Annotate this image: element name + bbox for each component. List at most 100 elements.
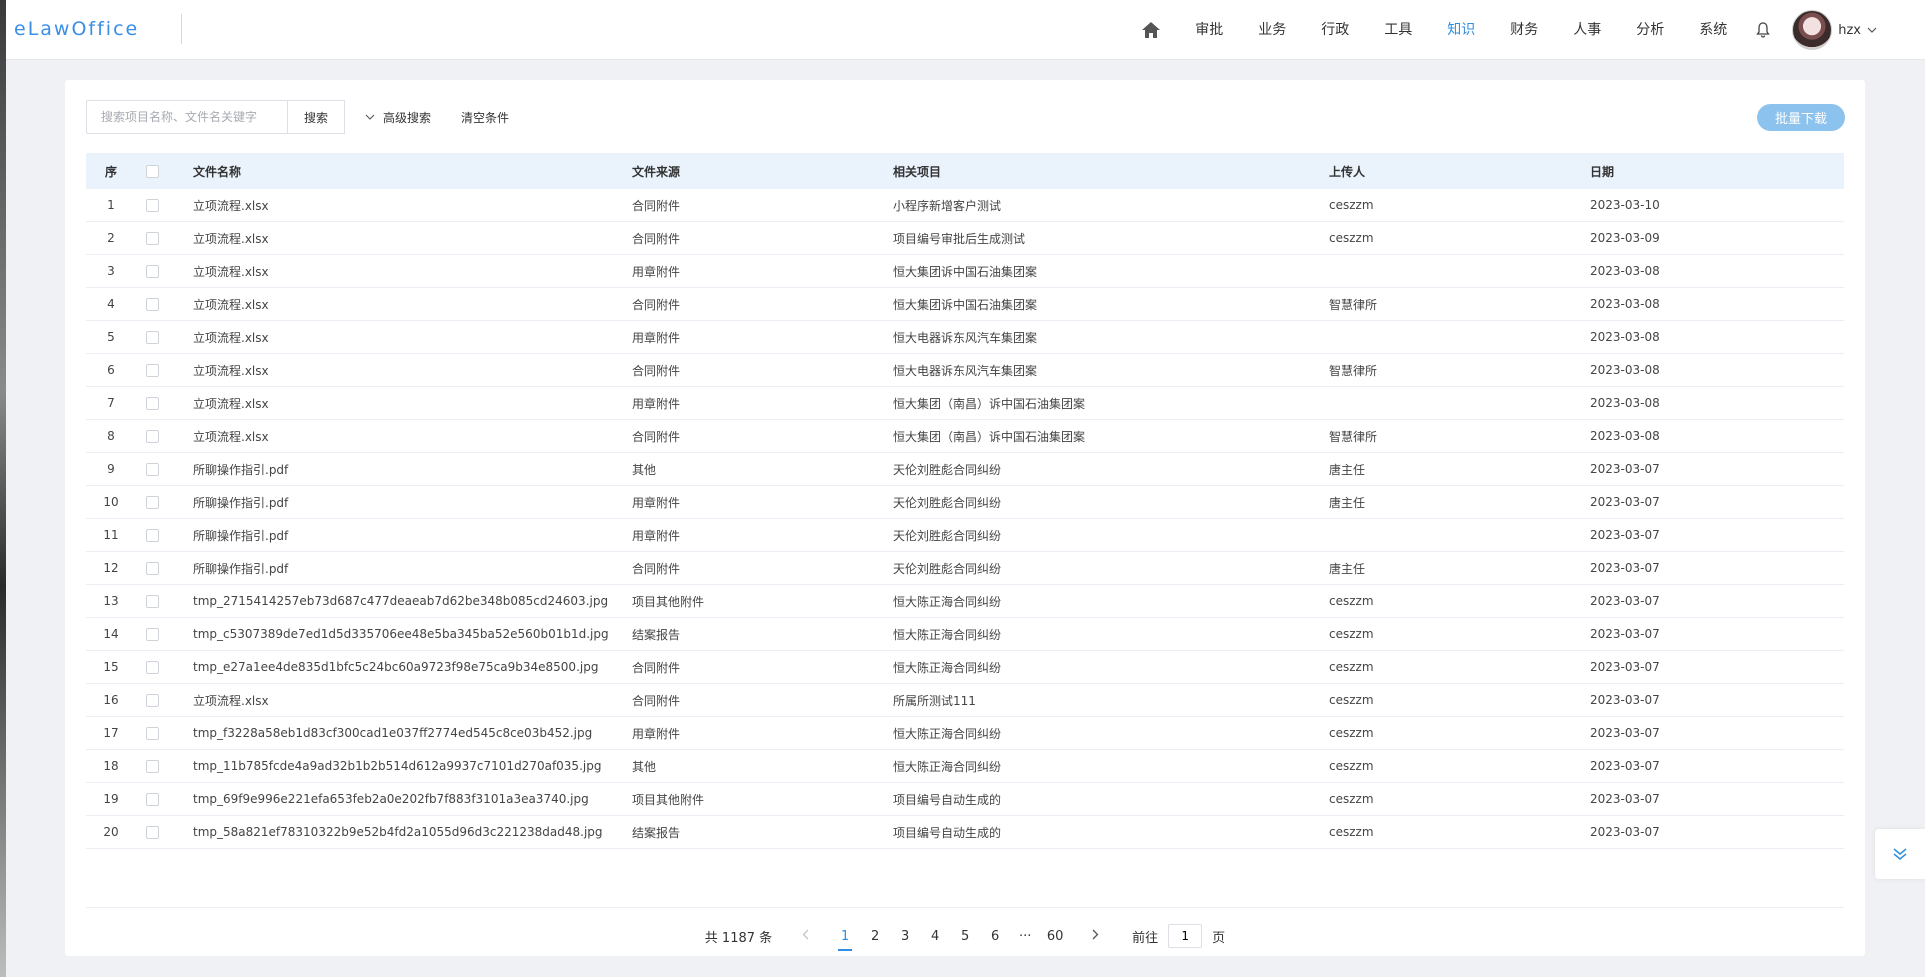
chevron-left-icon[interactable] [792, 929, 818, 944]
table-row[interactable]: 16 立项流程.xlsx 合同附件 所属所测试111 ceszzm 2023-03-07 [86, 684, 1844, 717]
table-row[interactable]: 11 所聊操作指引.pdf 用章附件 天伦刘胜彪合同纠纷 2023-03-07 [86, 519, 1844, 552]
row-checkbox[interactable] [146, 264, 159, 278]
row-file-name[interactable]: 立项流程.xlsx [193, 428, 632, 445]
row-file-name[interactable]: 立项流程.xlsx [193, 230, 632, 247]
table-row[interactable]: 1 立项流程.xlsx 合同附件 小程序新增客户测试 ceszzm 2023-03-10 [86, 189, 1844, 222]
table-row[interactable]: 5 立项流程.xlsx 用章附件 恒大电器诉东风汽车集团案 2023-03-08 [86, 321, 1844, 354]
table-row[interactable]: 6 立项流程.xlsx 合同附件 恒大电器诉东风汽车集团案 智慧律所 2023-03-08 [86, 354, 1844, 387]
page-number[interactable]: 1 [830, 929, 860, 951]
nav-item-admin[interactable]: 行政 [1321, 0, 1349, 60]
row-date: 2023-03-08 [1590, 330, 1660, 344]
nav-item-analysis[interactable]: 分析 [1636, 0, 1664, 60]
row-checkbox[interactable] [146, 363, 159, 377]
row-file-name[interactable]: tmp_69f9e996e221efa653feb2a0e202fb7f883f… [193, 792, 632, 806]
table-row[interactable]: 18 tmp_11b785fcde4a9ad32b1b2b514d612a9937… [86, 750, 1844, 783]
row-checkbox[interactable] [146, 825, 159, 839]
nav-item-finance[interactable]: 财务 [1510, 0, 1538, 60]
row-file-name[interactable]: 立项流程.xlsx [193, 296, 632, 313]
page-ellipsis[interactable]: ··· [1010, 929, 1040, 944]
row-checkbox[interactable] [146, 396, 159, 410]
nav-item-tools[interactable]: 工具 [1384, 0, 1412, 60]
table-row[interactable]: 14 tmp_c5307389de7ed1d5d335706ee48e5ba345… [86, 618, 1844, 651]
page-number[interactable]: 3 [890, 929, 920, 944]
select-all-checkbox[interactable] [146, 164, 159, 178]
table-row[interactable]: 10 所聊操作指引.pdf 用章附件 天伦刘胜彪合同纠纷 唐主任 2023-03-07 [86, 486, 1844, 519]
table-row[interactable]: 8 立项流程.xlsx 合同附件 恒大集团（南昌）诉中国石油集团案 智慧律所 2023-0… [86, 420, 1844, 453]
row-checkbox[interactable] [146, 495, 159, 509]
table-row[interactable]: 7 立项流程.xlsx 用章附件 恒大集团（南昌）诉中国石油集团案 2023-03-08 [86, 387, 1844, 420]
row-checkbox[interactable] [146, 726, 159, 740]
row-file-name[interactable]: 所聊操作指引.pdf [193, 494, 632, 511]
row-file-name[interactable]: tmp_f3228a58eb1d83cf300cad1e037ff2774ed5… [193, 726, 632, 740]
row-file-name[interactable]: 立项流程.xlsx [193, 692, 632, 709]
nav-item-hr[interactable]: 人事 [1573, 0, 1601, 60]
row-file-name[interactable]: tmp_c5307389de7ed1d5d335706ee48e5ba345ba… [193, 627, 632, 641]
table-row[interactable]: 12 所聊操作指引.pdf 合同附件 天伦刘胜彪合同纠纷 唐主任 2023-03-07 [86, 552, 1844, 585]
nav-item-knowledge[interactable]: 知识 [1447, 0, 1475, 60]
row-checkbox[interactable] [146, 528, 159, 542]
row-select-cell [136, 264, 193, 278]
row-checkbox[interactable] [146, 594, 159, 608]
page-number[interactable]: 6 [980, 929, 1010, 944]
row-file-name[interactable]: tmp_2715414257eb73d687c477deaeab7d62be34… [193, 594, 632, 608]
row-file-name[interactable]: 所聊操作指引.pdf [193, 461, 632, 478]
page-number[interactable]: 60 [1040, 929, 1070, 944]
row-checkbox[interactable] [146, 231, 159, 245]
row-index: 10 [103, 495, 119, 509]
table-row[interactable]: 2 立项流程.xlsx 合同附件 项目编号审批后生成测试 ceszzm 2023-03-0… [86, 222, 1844, 255]
row-checkbox[interactable] [146, 693, 159, 707]
row-file-name[interactable]: tmp_58a821ef78310322b9e52b4fd2a1055d96d3… [193, 825, 632, 839]
table-row[interactable]: 20 tmp_58a821ef78310322b9e52b4fd2a1055d96… [86, 816, 1844, 849]
row-checkbox[interactable] [146, 297, 159, 311]
avatar[interactable] [1792, 10, 1833, 50]
row-file-name[interactable]: 立项流程.xlsx [193, 395, 632, 412]
row-file-name[interactable]: tmp_11b785fcde4a9ad32b1b2b514d612a9937c7… [193, 759, 632, 773]
row-checkbox[interactable] [146, 792, 159, 806]
row-file-name[interactable]: tmp_e27a1ee4de835d1bfc5c24bc60a9723f98e7… [193, 660, 632, 674]
page-number[interactable]: 2 [860, 929, 890, 944]
row-file-name[interactable]: 立项流程.xlsx [193, 329, 632, 346]
row-checkbox[interactable] [146, 198, 159, 212]
search-button[interactable]: 搜索 [287, 100, 345, 134]
row-file-name[interactable]: 立项流程.xlsx [193, 197, 632, 214]
row-file-name[interactable]: 立项流程.xlsx [193, 362, 632, 379]
page-number[interactable]: 5 [950, 929, 980, 944]
row-index: 13 [103, 594, 119, 608]
row-index: 14 [103, 627, 119, 641]
row-file-name[interactable]: 立项流程.xlsx [193, 263, 632, 280]
row-checkbox[interactable] [146, 561, 159, 575]
table-row[interactable]: 4 立项流程.xlsx 合同附件 恒大集团诉中国石油集团案 智慧律所 2023-03-08 [86, 288, 1844, 321]
goto-page-input[interactable] [1168, 924, 1203, 948]
header-file-name: 文件名称 [193, 164, 242, 179]
row-checkbox[interactable] [146, 462, 159, 476]
table-row[interactable]: 9 所聊操作指引.pdf 其他 天伦刘胜彪合同纠纷 唐主任 2023-03-07 [86, 453, 1844, 486]
table-row[interactable]: 19 tmp_69f9e996e221efa653feb2a0e202fb7f88… [86, 783, 1844, 816]
search-input[interactable] [86, 100, 287, 134]
row-checkbox[interactable] [146, 429, 159, 443]
row-checkbox[interactable] [146, 330, 159, 344]
nav-item-approval[interactable]: 审批 [1195, 0, 1223, 60]
row-project: 恒大电器诉东风汽车集团案 [893, 363, 1038, 378]
clear-conditions-button[interactable]: 清空条件 [461, 109, 509, 126]
user-menu[interactable]: hzx [1838, 23, 1877, 38]
row-checkbox[interactable] [146, 660, 159, 674]
row-checkbox[interactable] [146, 627, 159, 641]
advanced-search-toggle[interactable]: 高级搜索 [365, 109, 431, 126]
bell-icon[interactable] [1756, 0, 1774, 60]
row-file-name[interactable]: 所聊操作指引.pdf [193, 560, 632, 577]
row-file-name[interactable]: 所聊操作指引.pdf [193, 527, 632, 544]
nav-item-system[interactable]: 系统 [1699, 0, 1727, 60]
batch-download-button[interactable]: 批量下载 [1757, 104, 1845, 131]
home-icon[interactable] [1137, 0, 1165, 60]
brand-logo[interactable]: eLawOffice [14, 14, 182, 44]
page-number[interactable]: 4 [920, 929, 950, 944]
nav-item-business[interactable]: 业务 [1258, 0, 1286, 60]
table-row[interactable]: 13 tmp_2715414257eb73d687c477deaeab7d62be… [86, 585, 1844, 618]
table-row[interactable]: 17 tmp_f3228a58eb1d83cf300cad1e037ff2774e… [86, 717, 1844, 750]
double-chevron-down-icon[interactable] [1875, 829, 1925, 879]
table-row[interactable]: 15 tmp_e27a1ee4de835d1bfc5c24bc60a9723f98… [86, 651, 1844, 684]
table-row[interactable]: 3 立项流程.xlsx 用章附件 恒大集团诉中国石油集团案 2023-03-08 [86, 255, 1844, 288]
row-uploader: 唐主任 [1329, 462, 1366, 477]
chevron-right-icon[interactable] [1082, 929, 1108, 944]
row-checkbox[interactable] [146, 759, 159, 773]
